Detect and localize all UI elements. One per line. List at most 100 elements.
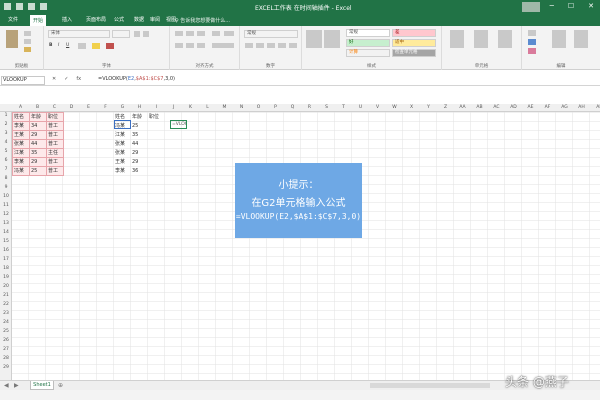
align-left-icon[interactable] xyxy=(175,43,183,48)
font-color-icon[interactable] xyxy=(106,43,114,49)
table-cell[interactable]: 25 xyxy=(29,166,47,176)
align-top-icon[interactable] xyxy=(175,31,183,36)
save-icon[interactable] xyxy=(4,3,11,10)
worksheet-grid[interactable] xyxy=(0,104,600,380)
table-cell[interactable]: 29 xyxy=(29,157,47,167)
table-cell[interactable]: 年龄 xyxy=(131,112,148,121)
table-cell[interactable]: 职位 xyxy=(148,112,165,121)
sort-filter-icon[interactable] xyxy=(552,30,566,48)
font-size-select[interactable] xyxy=(112,30,130,38)
borders-icon[interactable] xyxy=(78,43,86,49)
table-cell[interactable]: 35 xyxy=(29,148,47,158)
table-cell[interactable] xyxy=(148,139,165,148)
find-select-icon[interactable] xyxy=(574,30,588,48)
account-avatar[interactable] xyxy=(522,2,540,12)
column-header[interactable]: Y xyxy=(420,105,437,110)
table-cell[interactable] xyxy=(148,121,165,130)
row-header[interactable]: 10 xyxy=(0,194,12,199)
column-header[interactable]: B xyxy=(29,105,46,110)
table-cell[interactable] xyxy=(148,148,165,157)
cancel-icon[interactable]: ✕ xyxy=(52,76,56,82)
add-sheet-icon[interactable]: ⊕ xyxy=(58,382,63,389)
column-header[interactable]: U xyxy=(352,105,369,110)
font-name-select[interactable]: 宋体 xyxy=(48,30,110,38)
sheet-nav-right-icon[interactable]: ▶ xyxy=(14,382,19,389)
column-header[interactable]: F xyxy=(97,105,114,110)
tab-data[interactable]: 数据 xyxy=(134,16,144,23)
table-cell[interactable]: 李某 xyxy=(12,157,30,167)
column-header[interactable]: G xyxy=(114,105,131,110)
column-header[interactable]: D xyxy=(63,105,80,110)
row-header[interactable]: 1 xyxy=(0,113,12,118)
row-header[interactable]: 15 xyxy=(0,239,12,244)
style-bad[interactable]: 差 xyxy=(392,29,436,37)
column-header[interactable]: P xyxy=(267,105,284,110)
table-cell[interactable]: 江某 xyxy=(114,130,131,139)
row-header[interactable]: 27 xyxy=(0,347,12,352)
table-cell[interactable]: 普工 xyxy=(46,139,64,149)
table-cell[interactable]: 44 xyxy=(131,139,148,148)
merge-center-icon[interactable] xyxy=(212,43,234,48)
row-header[interactable]: 9 xyxy=(0,185,12,190)
table-cell[interactable]: 34 xyxy=(29,121,47,131)
table-cell[interactable]: 44 xyxy=(29,139,47,149)
format-cells-icon[interactable] xyxy=(498,30,512,48)
column-header[interactable]: I xyxy=(148,105,165,110)
column-header[interactable]: S xyxy=(318,105,335,110)
table-cell[interactable]: 普工 xyxy=(46,130,64,140)
name-box[interactable]: VLOOKUP xyxy=(1,76,45,85)
table-cell[interactable]: 36 xyxy=(131,166,148,175)
autosum-icon[interactable] xyxy=(528,30,536,36)
wrap-text-icon[interactable] xyxy=(224,31,234,36)
style-neutral[interactable]: 适中 xyxy=(392,39,436,47)
table-cell[interactable]: 主任 xyxy=(46,148,64,158)
row-header[interactable]: 26 xyxy=(0,338,12,343)
column-header[interactable]: N xyxy=(233,105,250,110)
table-cell[interactable] xyxy=(148,166,165,175)
insert-cells-icon[interactable] xyxy=(450,30,464,48)
increase-decimal-icon[interactable] xyxy=(278,43,286,48)
column-header[interactable]: L xyxy=(199,105,216,110)
format-as-table-icon[interactable] xyxy=(324,30,340,48)
align-right-icon[interactable] xyxy=(197,43,205,48)
table-cell[interactable]: 冯某 xyxy=(12,166,30,176)
row-header[interactable]: 16 xyxy=(0,248,12,253)
table-cell[interactable]: 普工 xyxy=(46,121,64,131)
table-cell[interactable]: 29 xyxy=(131,148,148,157)
row-header[interactable]: 21 xyxy=(0,293,12,298)
column-header[interactable]: K xyxy=(182,105,199,110)
fill-color-icon[interactable] xyxy=(92,43,100,49)
row-header[interactable]: 11 xyxy=(0,203,12,208)
table-cell[interactable]: 张某 xyxy=(114,148,131,157)
shrink-font-icon[interactable] xyxy=(143,31,149,37)
delete-cells-icon[interactable] xyxy=(474,30,488,48)
column-header[interactable]: AG xyxy=(556,105,573,110)
column-header[interactable]: X xyxy=(403,105,420,110)
table-cell[interactable]: 35 xyxy=(131,130,148,139)
style-normal[interactable]: 常规 xyxy=(346,29,390,37)
row-header[interactable]: 3 xyxy=(0,131,12,136)
column-header[interactable]: R xyxy=(301,105,318,110)
column-header[interactable]: J xyxy=(165,105,182,110)
row-header[interactable]: 18 xyxy=(0,266,12,271)
row-header[interactable]: 12 xyxy=(0,212,12,217)
align-bottom-icon[interactable] xyxy=(197,31,205,36)
table-cell[interactable]: 职位 xyxy=(46,112,64,122)
orientation-icon[interactable] xyxy=(212,31,220,36)
tab-formulas[interactable]: 公式 xyxy=(114,16,124,23)
number-format-select[interactable]: 常规 xyxy=(244,30,298,38)
table-cell[interactable]: 张某 xyxy=(12,139,30,149)
table-cell[interactable]: 29 xyxy=(29,130,47,140)
tab-review[interactable]: 审阅 xyxy=(150,16,160,23)
column-header[interactable]: T xyxy=(335,105,352,110)
column-header[interactable]: M xyxy=(216,105,233,110)
copy-icon[interactable] xyxy=(24,39,31,44)
row-header[interactable]: 7 xyxy=(0,167,12,172)
table-cell[interactable]: 王某 xyxy=(12,130,30,140)
tab-insert[interactable]: 插入 xyxy=(62,16,72,23)
bold-icon[interactable]: B xyxy=(49,43,52,48)
table-cell[interactable]: 25 xyxy=(131,121,148,130)
align-center-icon[interactable] xyxy=(186,43,194,48)
column-header[interactable]: A xyxy=(12,105,29,110)
tell-me-search[interactable]: ♀ 告诉我您想要做什么... xyxy=(175,17,230,24)
